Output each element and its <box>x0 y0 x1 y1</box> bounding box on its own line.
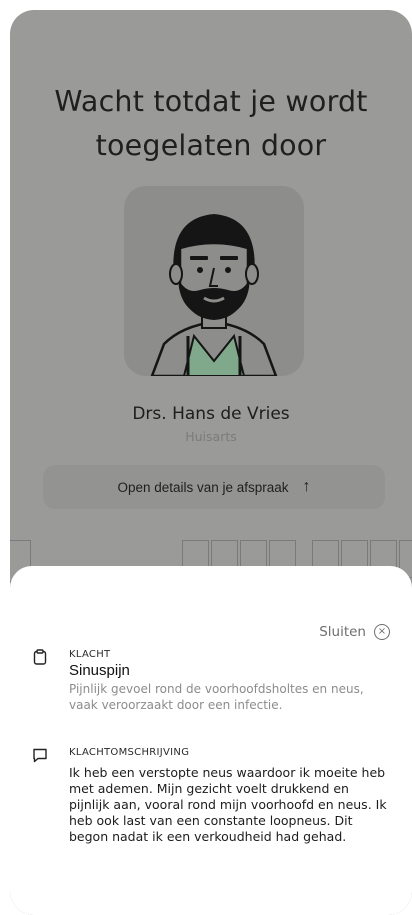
complaint-details-sheet: Sluiten × KLACHT Sinuspijn Pijnlijk gevo… <box>10 566 412 915</box>
complaint-label: KLACHT <box>69 649 111 660</box>
doctor-name: Drs. Hans de Vries <box>132 404 290 424</box>
complaint-description-body: KLACHTOMSCHRIJVING Ik heb een verstopte … <box>69 747 390 845</box>
complaint-description-text: Ik heb een verstopte neus waardoor ik mo… <box>69 765 387 844</box>
open-appointment-details-label: Open details van je afspraak <box>117 479 289 495</box>
waiting-title-line-2: toegelaten door <box>95 129 327 162</box>
close-button[interactable]: Sluiten × <box>319 624 390 640</box>
complaint-body: KLACHT Sinuspijn Pijnlijk gevoel rond de… <box>69 649 390 713</box>
arrow-up-icon: ↑ <box>302 478 311 495</box>
doctor-illustration <box>150 214 278 376</box>
clipboard-icon <box>33 649 47 665</box>
waiting-title: Wacht totdat je wordt toegelaten door <box>10 80 412 168</box>
complaint-section: KLACHT Sinuspijn Pijnlijk gevoel rond de… <box>32 649 390 729</box>
open-appointment-details-button[interactable]: Open details van je afspraak ↑ <box>43 465 385 509</box>
doctor-role: Huisarts <box>185 429 237 444</box>
waiting-title-line-1: Wacht totdat je wordt <box>54 85 368 118</box>
chat-bubble-icon <box>33 748 47 763</box>
complaint-title: Sinuspijn <box>69 662 130 679</box>
app-screen: Wacht totdat je wordt toegelaten door Dr… <box>10 10 412 915</box>
complaint-description-section: KLACHTOMSCHRIJVING Ik heb een verstopte … <box>32 747 390 887</box>
close-label: Sluiten <box>319 624 366 640</box>
complaint-description: Pijnlijk gevoel rond de voorhoofdsholtes… <box>69 682 364 712</box>
complaint-description-label: KLACHTOMSCHRIJVING <box>69 747 190 758</box>
close-circle-icon[interactable]: × <box>374 624 390 640</box>
doctor-avatar <box>124 186 304 376</box>
